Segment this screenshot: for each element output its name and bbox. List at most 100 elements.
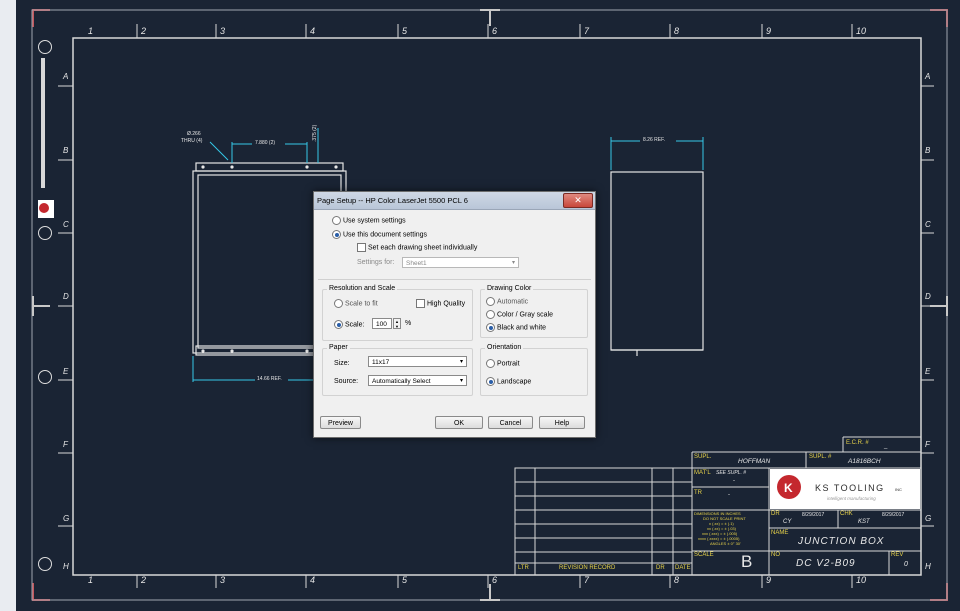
side-dimension-text: 8.26 REF.	[643, 137, 665, 143]
ok-button[interactable]: OK	[435, 416, 483, 429]
select-value: Automatically Select	[372, 378, 431, 385]
dialog-title: Page Setup -- HP Color LaserJet 5500 PCL…	[317, 196, 468, 205]
page-setup-dialog[interactable]: Page Setup -- HP Color LaserJet 5500 PCL…	[313, 191, 596, 438]
scale-to-fit-radio[interactable]: Scale to fit	[334, 299, 378, 308]
zone-letter-right: H	[925, 562, 931, 571]
group-title: Resolution and Scale	[327, 285, 398, 292]
drawing-name: JUNCTION BOX	[798, 536, 885, 547]
dialog-titlebar[interactable]: Page Setup -- HP Color LaserJet 5500 PCL…	[314, 192, 595, 210]
source-label: Source:	[334, 378, 359, 385]
scale-spinner[interactable]: ▲ ▼	[393, 318, 401, 329]
zone-letter-right: E	[925, 367, 931, 376]
zone-num-bottom: 10	[856, 575, 867, 585]
divider	[318, 279, 591, 280]
color-gray-radio[interactable]: Color / Gray scale	[486, 310, 553, 319]
radio-label: Use this document settings	[343, 231, 428, 239]
use-system-settings-radio[interactable]: Use system settings	[332, 216, 406, 225]
select-value: 11x17	[372, 359, 390, 366]
company-name: KS TOOLING	[815, 483, 885, 493]
scale-unit: %	[405, 320, 412, 327]
hole-callout-diameter: Ø.266	[187, 131, 201, 137]
dr-label: DR	[771, 511, 780, 517]
zone-num-bottom: 5	[402, 575, 408, 585]
left-panel-strip	[0, 0, 16, 611]
matl-dash: -	[733, 478, 735, 484]
date-column-label: DATE	[675, 565, 691, 571]
radio-on-icon	[334, 320, 343, 329]
zone-num-top: 7	[584, 26, 590, 36]
matl-label: MAT'L	[694, 470, 711, 476]
orientation-group: Orientation	[480, 344, 588, 396]
set-each-sheet-checkbox[interactable]: Set each drawing sheet individually	[357, 243, 477, 252]
high-quality-checkbox[interactable]: High Quality	[416, 299, 465, 308]
automatic-color-radio[interactable]: Automatic	[486, 297, 528, 306]
vertical-stamp-dashes	[41, 58, 45, 188]
radio-label: Scale to fit	[345, 300, 378, 308]
chevron-down-icon: ▾	[459, 359, 463, 365]
punch-hole	[38, 40, 52, 54]
vertical-dimension-text: .375 (2)	[312, 124, 318, 142]
zone-letter-left: H	[63, 562, 69, 571]
radio-off-icon	[486, 297, 495, 306]
tr-label: TR	[694, 490, 702, 496]
chk-value: KST	[858, 519, 870, 525]
name-label: NAME	[771, 530, 789, 536]
zone-num-top: 10	[856, 26, 867, 36]
checkbox-icon	[416, 299, 425, 308]
radio-label: Color / Gray scale	[497, 311, 554, 319]
checkbox-label: High Quality	[427, 300, 466, 308]
ltr-label: LTR	[518, 565, 529, 571]
zone-letter-left: D	[63, 292, 69, 301]
zone-letter-left: F	[63, 440, 68, 449]
sheet-size: B	[741, 552, 753, 571]
help-button[interactable]: Help	[539, 416, 585, 429]
chk-label: CHK	[840, 511, 853, 517]
cancel-button[interactable]: Cancel	[488, 416, 533, 429]
scale-radio[interactable]: Scale:	[334, 320, 364, 329]
matl-value: SEE SUPL. #	[716, 470, 747, 476]
zone-num-top: 1	[88, 26, 94, 36]
zone-num-top: 2	[141, 26, 147, 36]
scale-input[interactable]: 100	[372, 318, 392, 329]
radio-label: Scale:	[345, 321, 365, 329]
zone-num-top: 3	[220, 26, 226, 36]
zone-letter-left: G	[63, 514, 70, 523]
radio-off-icon	[334, 299, 343, 308]
checkbox-label: Set each drawing sheet individually	[368, 244, 478, 252]
portrait-radio[interactable]: Portrait	[486, 359, 520, 368]
settings-for-select[interactable]: Sheet1 ▾	[402, 257, 519, 268]
punch-hole	[38, 557, 52, 571]
chevron-down-icon: ▾	[511, 260, 515, 266]
scale-label: SCALE	[694, 552, 714, 558]
group-title: Orientation	[485, 344, 524, 351]
zone-letter-right: B	[925, 146, 931, 155]
zone-letter-right: C	[925, 220, 931, 229]
number-label: NO	[771, 552, 780, 558]
punch-hole	[38, 370, 52, 384]
black-white-radio[interactable]: Black and white	[486, 323, 546, 332]
radio-off-icon	[332, 216, 341, 225]
zone-num-bottom: 2	[141, 575, 147, 585]
zone-num-bottom: 6	[492, 575, 498, 585]
punch-hole	[38, 226, 52, 240]
zone-num-bottom: 3	[220, 575, 226, 585]
zone-num-top: 4	[310, 26, 316, 36]
checkbox-icon	[357, 243, 366, 252]
hole-callout-thru: THRU (4)	[181, 138, 203, 144]
preview-button[interactable]: Preview	[320, 416, 361, 429]
zone-letter-left: C	[63, 220, 69, 229]
close-button[interactable]: ✕	[563, 193, 593, 208]
landscape-radio[interactable]: Landscape	[486, 377, 531, 386]
radio-label: Automatic	[497, 298, 529, 306]
zone-letter-right: D	[925, 292, 931, 301]
zone-num-top: 5	[402, 26, 408, 36]
rev-value: 0	[904, 561, 908, 568]
zone-letter-left: A	[63, 72, 69, 81]
radio-label: Portrait	[497, 360, 520, 368]
paper-size-select[interactable]: 11x17 ▾	[368, 356, 467, 367]
settings-for-label: Settings for:	[357, 259, 395, 266]
zone-letter-right: G	[925, 514, 932, 523]
paper-source-select[interactable]: Automatically Select ▾	[368, 375, 467, 386]
use-document-settings-radio[interactable]: Use this document settings	[332, 230, 427, 239]
tr-value: -	[728, 492, 730, 498]
